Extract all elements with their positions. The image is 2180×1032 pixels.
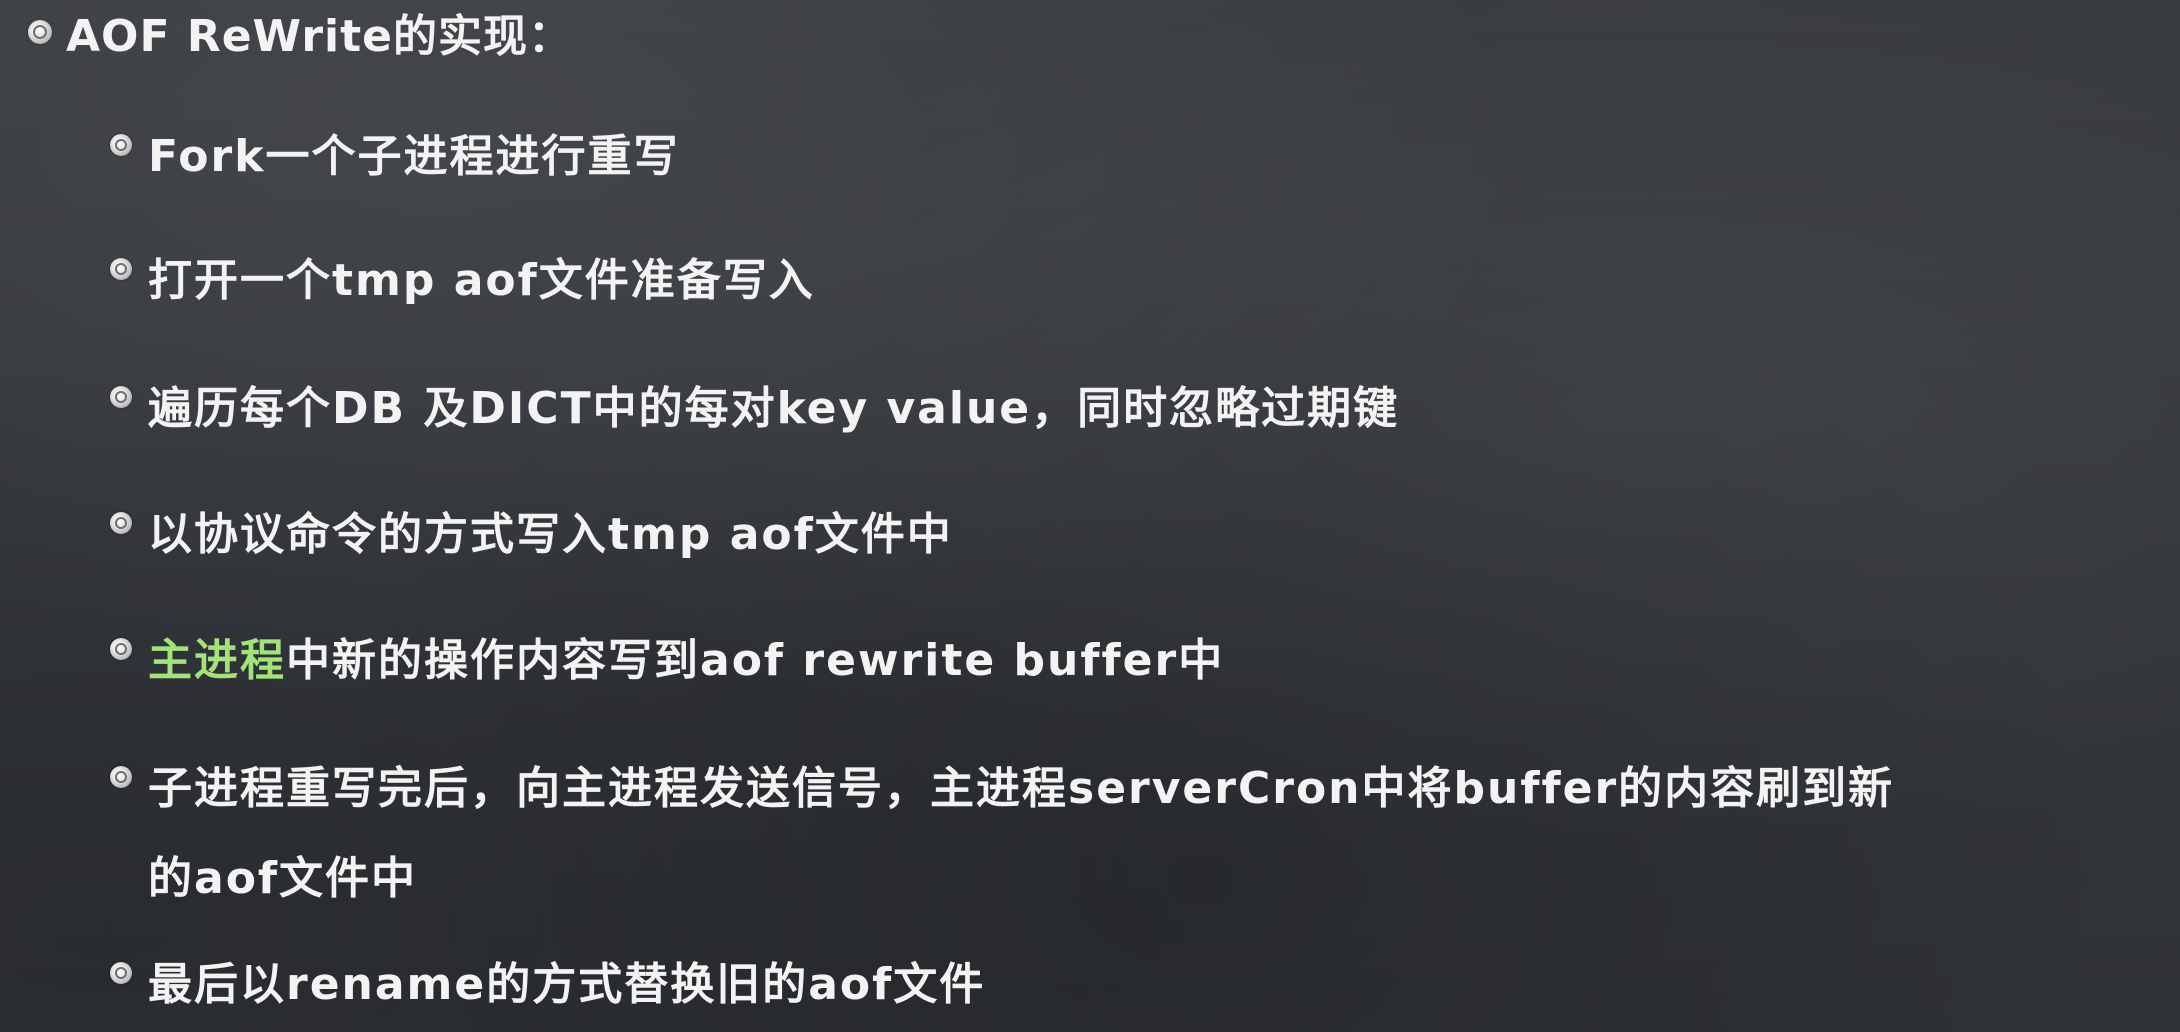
- circle-bullet-icon: [110, 766, 132, 788]
- list-item: 子进程重写完后，向主进程发送信号，主进程serverCron中将buffer的内…: [110, 744, 2128, 924]
- list-item-text: 遍历每个DB 及DICT中的每对key value，同时忽略过期键: [148, 383, 1400, 434]
- circle-bullet-icon: [110, 134, 132, 156]
- list-item: 最后以rename的方式替换旧的aof文件: [110, 940, 985, 1030]
- list-item: 以协议命令的方式写入tmp aof文件中: [110, 490, 953, 580]
- list-item-line-1: 子进程重写完后，向主进程发送信号，主进程serverCron中将buffer的内…: [148, 763, 1895, 814]
- circle-bullet-icon: [110, 258, 132, 280]
- list-item: Fork一个子进程进行重写: [110, 112, 679, 202]
- list-item-text: 子进程重写完后，向主进程发送信号，主进程serverCron中将buffer的内…: [148, 744, 2128, 924]
- slide-title-row: AOF ReWrite的实现：: [28, 4, 573, 62]
- slide: AOF ReWrite的实现： Fork一个子进程进行重写 打开一个tmp ao…: [0, 0, 2180, 1032]
- list-item: 遍历每个DB 及DICT中的每对key value，同时忽略过期键: [110, 364, 1399, 454]
- list-item: 主进程中新的操作内容写到aof rewrite buffer中: [110, 616, 1224, 706]
- list-item-text: 打开一个tmp aof文件准备写入: [148, 255, 815, 306]
- circle-bullet-icon: [28, 20, 52, 44]
- list-item-text: Fork一个子进程进行重写: [148, 131, 680, 182]
- highlighted-text: 主进程: [148, 635, 286, 686]
- list-item: 打开一个tmp aof文件准备写入: [110, 236, 815, 326]
- list-item-line-2: 的aof文件中: [148, 853, 418, 904]
- circle-bullet-icon: [110, 386, 132, 408]
- circle-bullet-icon: [110, 512, 132, 534]
- slide-title: AOF ReWrite的实现：: [66, 11, 573, 62]
- circle-bullet-icon: [110, 962, 132, 984]
- circle-bullet-icon: [110, 638, 132, 660]
- list-item-text: 以协议命令的方式写入tmp aof文件中: [148, 509, 953, 560]
- list-item-text-rest: 中新的操作内容写到aof rewrite buffer中: [286, 635, 1225, 686]
- list-item-text: 最后以rename的方式替换旧的aof文件: [148, 959, 986, 1010]
- list-item-text: 主进程中新的操作内容写到aof rewrite buffer中: [148, 616, 1224, 706]
